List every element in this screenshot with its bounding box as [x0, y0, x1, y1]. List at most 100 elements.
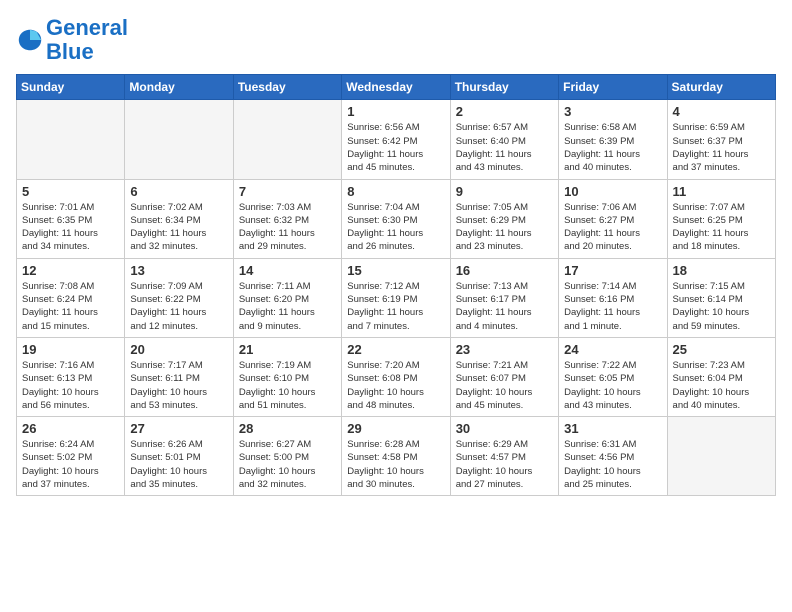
- day-number: 18: [673, 263, 770, 278]
- calendar-cell: 26 Sunrise: 6:24 AM Sunset: 5:02 PM Dayli…: [17, 417, 125, 496]
- day-info: Sunrise: 7:19 AM Sunset: 6:10 PM Dayligh…: [239, 359, 336, 412]
- calendar-week-2: 5 Sunrise: 7:01 AM Sunset: 6:35 PM Daylig…: [17, 179, 776, 258]
- calendar-cell: 28 Sunrise: 6:27 AM Sunset: 5:00 PM Dayli…: [233, 417, 341, 496]
- day-info: Sunrise: 7:08 AM Sunset: 6:24 PM Dayligh…: [22, 280, 119, 333]
- day-info: Sunrise: 6:26 AM Sunset: 5:01 PM Dayligh…: [130, 438, 227, 491]
- weekday-header-thursday: Thursday: [450, 75, 558, 100]
- day-info: Sunrise: 6:31 AM Sunset: 4:56 PM Dayligh…: [564, 438, 661, 491]
- day-number: 27: [130, 421, 227, 436]
- weekday-header-tuesday: Tuesday: [233, 75, 341, 100]
- calendar-cell: 16 Sunrise: 7:13 AM Sunset: 6:17 PM Dayli…: [450, 258, 558, 337]
- calendar-cell: 10 Sunrise: 7:06 AM Sunset: 6:27 PM Dayli…: [559, 179, 667, 258]
- calendar-cell: [233, 100, 341, 179]
- day-info: Sunrise: 7:05 AM Sunset: 6:29 PM Dayligh…: [456, 201, 553, 254]
- calendar-cell: 20 Sunrise: 7:17 AM Sunset: 6:11 PM Dayli…: [125, 337, 233, 416]
- day-number: 2: [456, 104, 553, 119]
- calendar-cell: [125, 100, 233, 179]
- weekday-header-monday: Monday: [125, 75, 233, 100]
- day-info: Sunrise: 6:29 AM Sunset: 4:57 PM Dayligh…: [456, 438, 553, 491]
- calendar-cell: 8Sunrise: 7:04 AM Sunset: 6:30 PM Daylig…: [342, 179, 450, 258]
- logo: General Blue: [16, 16, 128, 64]
- day-number: 29: [347, 421, 444, 436]
- calendar-cell: 1 Sunrise: 6:56 AM Sunset: 6:42 PM Daylig…: [342, 100, 450, 179]
- logo-text: General Blue: [46, 16, 128, 64]
- calendar-cell: 22 Sunrise: 7:20 AM Sunset: 6:08 PM Dayli…: [342, 337, 450, 416]
- weekday-header-friday: Friday: [559, 75, 667, 100]
- day-number: 23: [456, 342, 553, 357]
- calendar-cell: 17 Sunrise: 7:14 AM Sunset: 6:16 PM Dayli…: [559, 258, 667, 337]
- calendar-week-5: 26 Sunrise: 6:24 AM Sunset: 5:02 PM Dayli…: [17, 417, 776, 496]
- day-info: Sunrise: 7:04 AM Sunset: 6:30 PM Dayligh…: [347, 201, 444, 254]
- day-number: 22: [347, 342, 444, 357]
- day-info: Sunrise: 7:14 AM Sunset: 6:16 PM Dayligh…: [564, 280, 661, 333]
- day-number: 16: [456, 263, 553, 278]
- calendar-cell: 4Sunrise: 6:59 AM Sunset: 6:37 PM Daylig…: [667, 100, 775, 179]
- day-number: 12: [22, 263, 119, 278]
- day-number: 30: [456, 421, 553, 436]
- day-info: Sunrise: 7:20 AM Sunset: 6:08 PM Dayligh…: [347, 359, 444, 412]
- day-info: Sunrise: 7:03 AM Sunset: 6:32 PM Dayligh…: [239, 201, 336, 254]
- day-info: Sunrise: 7:13 AM Sunset: 6:17 PM Dayligh…: [456, 280, 553, 333]
- day-info: Sunrise: 6:57 AM Sunset: 6:40 PM Dayligh…: [456, 121, 553, 174]
- day-number: 3: [564, 104, 661, 119]
- calendar-cell: 15 Sunrise: 7:12 AM Sunset: 6:19 PM Dayli…: [342, 258, 450, 337]
- day-number: 15: [347, 263, 444, 278]
- calendar-cell: 6 Sunrise: 7:02 AM Sunset: 6:34 PM Daylig…: [125, 179, 233, 258]
- calendar-cell: 13Sunrise: 7:09 AM Sunset: 6:22 PM Dayli…: [125, 258, 233, 337]
- day-number: 11: [673, 184, 770, 199]
- calendar-cell: 29 Sunrise: 6:28 AM Sunset: 4:58 PM Dayli…: [342, 417, 450, 496]
- day-info: Sunrise: 6:28 AM Sunset: 4:58 PM Dayligh…: [347, 438, 444, 491]
- day-info: Sunrise: 6:27 AM Sunset: 5:00 PM Dayligh…: [239, 438, 336, 491]
- day-info: Sunrise: 7:02 AM Sunset: 6:34 PM Dayligh…: [130, 201, 227, 254]
- day-number: 7: [239, 184, 336, 199]
- day-info: Sunrise: 6:56 AM Sunset: 6:42 PM Dayligh…: [347, 121, 444, 174]
- calendar-cell: 9Sunrise: 7:05 AM Sunset: 6:29 PM Daylig…: [450, 179, 558, 258]
- calendar-week-1: 1 Sunrise: 6:56 AM Sunset: 6:42 PM Daylig…: [17, 100, 776, 179]
- day-info: Sunrise: 7:12 AM Sunset: 6:19 PM Dayligh…: [347, 280, 444, 333]
- day-number: 31: [564, 421, 661, 436]
- day-number: 5: [22, 184, 119, 199]
- calendar-cell: 19 Sunrise: 7:16 AM Sunset: 6:13 PM Dayli…: [17, 337, 125, 416]
- day-number: 14: [239, 263, 336, 278]
- calendar-cell: 31 Sunrise: 6:31 AM Sunset: 4:56 PM Dayli…: [559, 417, 667, 496]
- calendar-table: SundayMondayTuesdayWednesdayThursdayFrid…: [16, 74, 776, 496]
- weekday-header-sunday: Sunday: [17, 75, 125, 100]
- day-number: 26: [22, 421, 119, 436]
- calendar-cell: 12 Sunrise: 7:08 AM Sunset: 6:24 PM Dayli…: [17, 258, 125, 337]
- day-info: Sunrise: 6:59 AM Sunset: 6:37 PM Dayligh…: [673, 121, 770, 174]
- day-number: 1: [347, 104, 444, 119]
- calendar-cell: 2 Sunrise: 6:57 AM Sunset: 6:40 PM Daylig…: [450, 100, 558, 179]
- day-number: 19: [22, 342, 119, 357]
- calendar-cell: 24Sunrise: 7:22 AM Sunset: 6:05 PM Dayli…: [559, 337, 667, 416]
- day-info: Sunrise: 7:06 AM Sunset: 6:27 PM Dayligh…: [564, 201, 661, 254]
- weekday-header-wednesday: Wednesday: [342, 75, 450, 100]
- day-info: Sunrise: 7:07 AM Sunset: 6:25 PM Dayligh…: [673, 201, 770, 254]
- calendar-cell: 21 Sunrise: 7:19 AM Sunset: 6:10 PM Dayli…: [233, 337, 341, 416]
- day-number: 28: [239, 421, 336, 436]
- calendar-cell: 18 Sunrise: 7:15 AM Sunset: 6:14 PM Dayli…: [667, 258, 775, 337]
- weekday-header-saturday: Saturday: [667, 75, 775, 100]
- day-info: Sunrise: 7:01 AM Sunset: 6:35 PM Dayligh…: [22, 201, 119, 254]
- day-info: Sunrise: 6:24 AM Sunset: 5:02 PM Dayligh…: [22, 438, 119, 491]
- day-info: Sunrise: 6:58 AM Sunset: 6:39 PM Dayligh…: [564, 121, 661, 174]
- calendar-week-3: 12 Sunrise: 7:08 AM Sunset: 6:24 PM Dayli…: [17, 258, 776, 337]
- calendar-cell: 27 Sunrise: 6:26 AM Sunset: 5:01 PM Dayli…: [125, 417, 233, 496]
- day-info: Sunrise: 7:16 AM Sunset: 6:13 PM Dayligh…: [22, 359, 119, 412]
- day-number: 10: [564, 184, 661, 199]
- day-info: Sunrise: 7:15 AM Sunset: 6:14 PM Dayligh…: [673, 280, 770, 333]
- calendar-cell: 3 Sunrise: 6:58 AM Sunset: 6:39 PM Daylig…: [559, 100, 667, 179]
- day-info: Sunrise: 7:23 AM Sunset: 6:04 PM Dayligh…: [673, 359, 770, 412]
- calendar-week-4: 19 Sunrise: 7:16 AM Sunset: 6:13 PM Dayli…: [17, 337, 776, 416]
- day-number: 20: [130, 342, 227, 357]
- day-number: 25: [673, 342, 770, 357]
- day-info: Sunrise: 7:17 AM Sunset: 6:11 PM Dayligh…: [130, 359, 227, 412]
- calendar-cell: 23 Sunrise: 7:21 AM Sunset: 6:07 PM Dayli…: [450, 337, 558, 416]
- day-info: Sunrise: 7:21 AM Sunset: 6:07 PM Dayligh…: [456, 359, 553, 412]
- day-info: Sunrise: 7:09 AM Sunset: 6:22 PM Dayligh…: [130, 280, 227, 333]
- calendar-cell: [667, 417, 775, 496]
- calendar-cell: 30 Sunrise: 6:29 AM Sunset: 4:57 PM Dayli…: [450, 417, 558, 496]
- day-number: 6: [130, 184, 227, 199]
- day-number: 17: [564, 263, 661, 278]
- calendar-cell: 5 Sunrise: 7:01 AM Sunset: 6:35 PM Daylig…: [17, 179, 125, 258]
- day-number: 21: [239, 342, 336, 357]
